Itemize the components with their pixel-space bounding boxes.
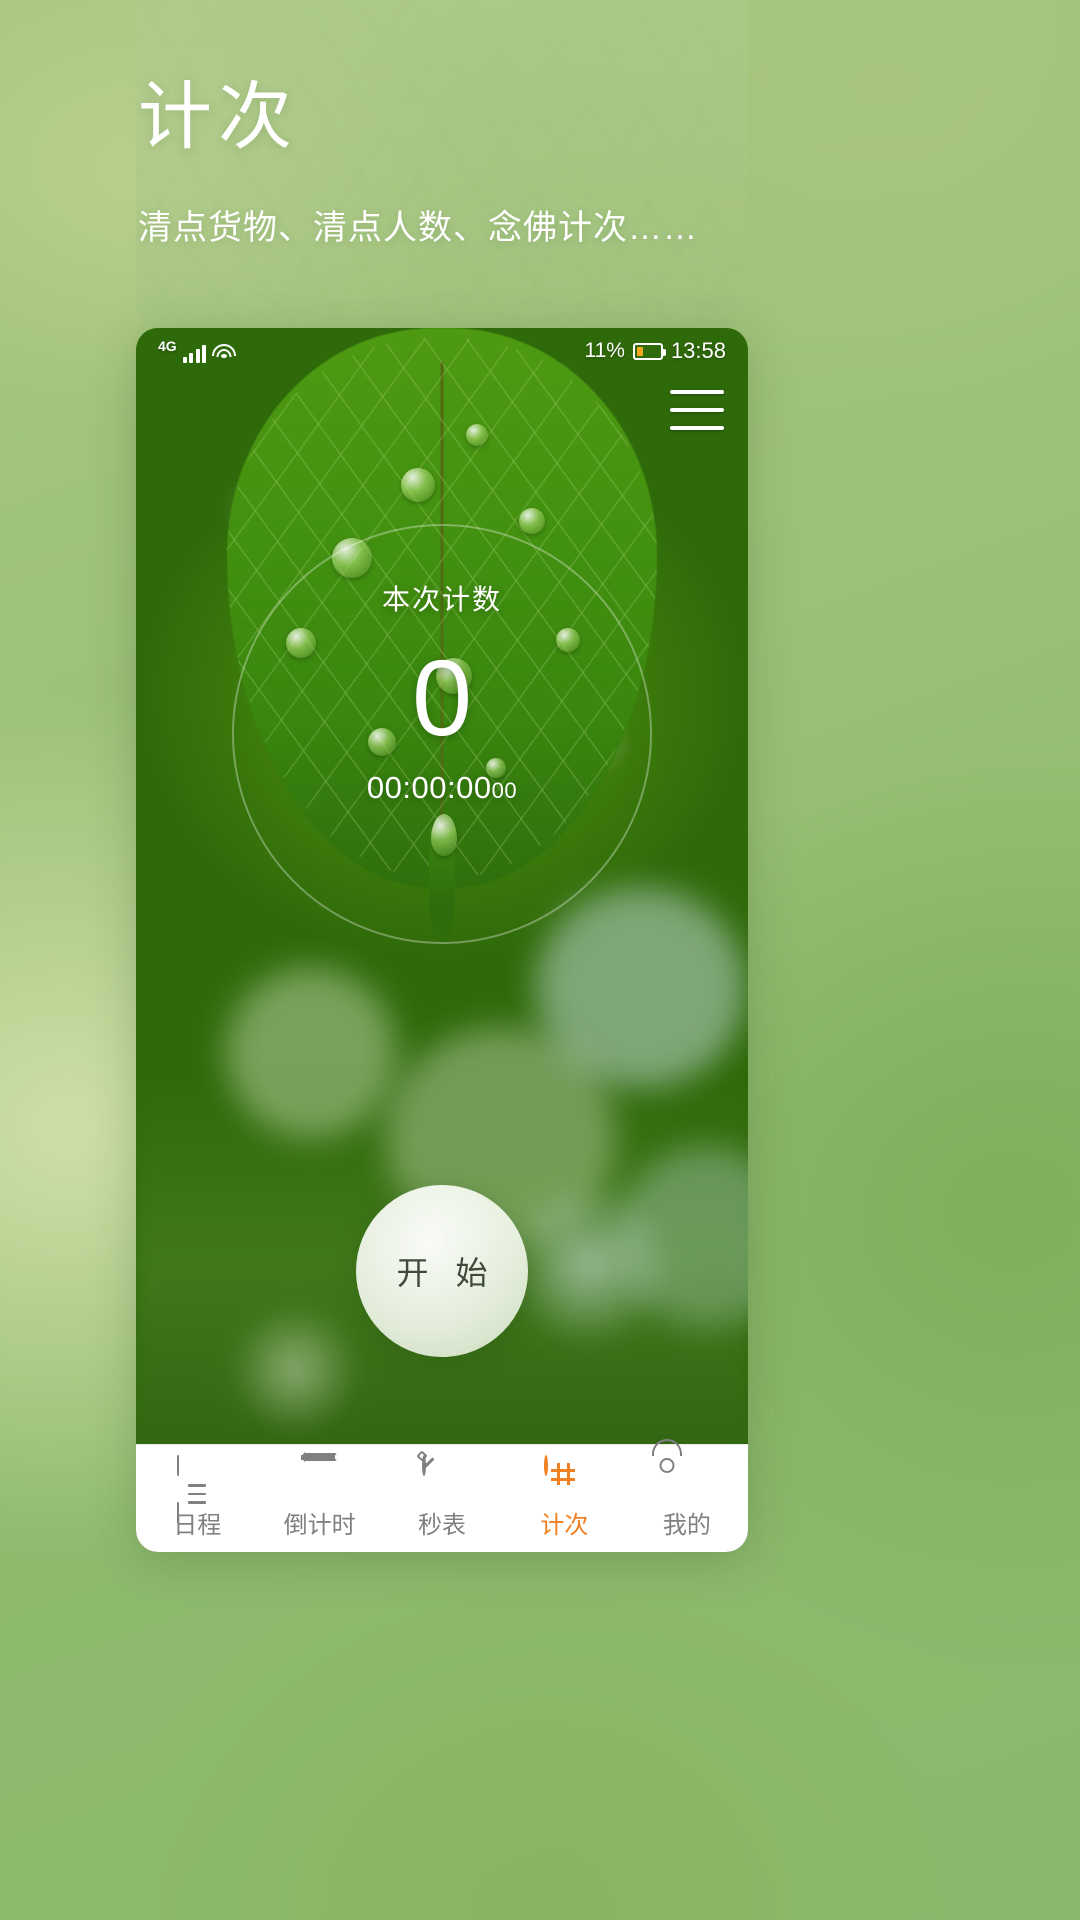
wifi-icon [212, 344, 237, 363]
battery-icon [632, 342, 666, 360]
tab-stopwatch-label: 秒表 [418, 1512, 467, 1539]
tab-profile-label: 我的 [662, 1512, 711, 1539]
hourglass-icon [300, 1454, 340, 1497]
person-icon [651, 1439, 707, 1497]
counter-timer-main: 00:00:00 [366, 770, 492, 806]
tab-countdown-label: 倒计时 [283, 1512, 356, 1539]
counter-timer-ms: 00 [491, 778, 518, 804]
tab-counter-label: 计次 [540, 1512, 589, 1539]
background-top-panel [136, 0, 748, 330]
battery-percent-label: 11% [584, 339, 625, 362]
tab-schedule[interactable]: 日程 [136, 1445, 258, 1552]
start-button[interactable]: 开 始 [356, 1185, 528, 1357]
water-drop [519, 508, 545, 534]
counter-timer: 00:00:0000 [136, 770, 748, 806]
tab-schedule-label: 日程 [173, 1512, 222, 1539]
stopwatch-icon [416, 1450, 462, 1497]
hash-circle-icon [544, 1455, 584, 1497]
page-subtitle: 清点货物、清点人数、念佛计次…… [138, 209, 698, 247]
status-bar-right: 11% 13:58 [584, 338, 726, 364]
hamburger-menu-icon[interactable] [670, 390, 724, 430]
bottom-tab-bar: 日程 倒计时 秒表 计次 我的 [136, 1439, 748, 1552]
tab-counter[interactable]: 计次 [503, 1445, 625, 1552]
status-bar-left: 4G [158, 338, 237, 363]
tab-stopwatch[interactable]: 秒表 [381, 1445, 503, 1552]
counter-label: 本次计数 [381, 584, 502, 615]
status-bar-clock: 13:58 [670, 338, 726, 363]
signal-bars-icon [182, 343, 207, 363]
network-type-label: 4G [158, 338, 177, 354]
counter-value: 0 [411, 637, 473, 758]
tab-profile[interactable]: 我的 [626, 1439, 748, 1552]
water-drop [401, 468, 435, 502]
status-bar: 4G 11% 13:58 [136, 328, 748, 374]
page-title: 计次 [138, 75, 298, 158]
water-drop [466, 424, 488, 446]
document-lines-icon [177, 1455, 218, 1523]
tab-countdown[interactable]: 倒计时 [258, 1445, 380, 1552]
counter-display[interactable]: 本次计数 0 00:00:0000 [136, 578, 748, 806]
phone-mockup: 4G 11% 13:58 本次计数 0 00:00:0000 开 始 日程 倒计… [136, 328, 748, 1552]
